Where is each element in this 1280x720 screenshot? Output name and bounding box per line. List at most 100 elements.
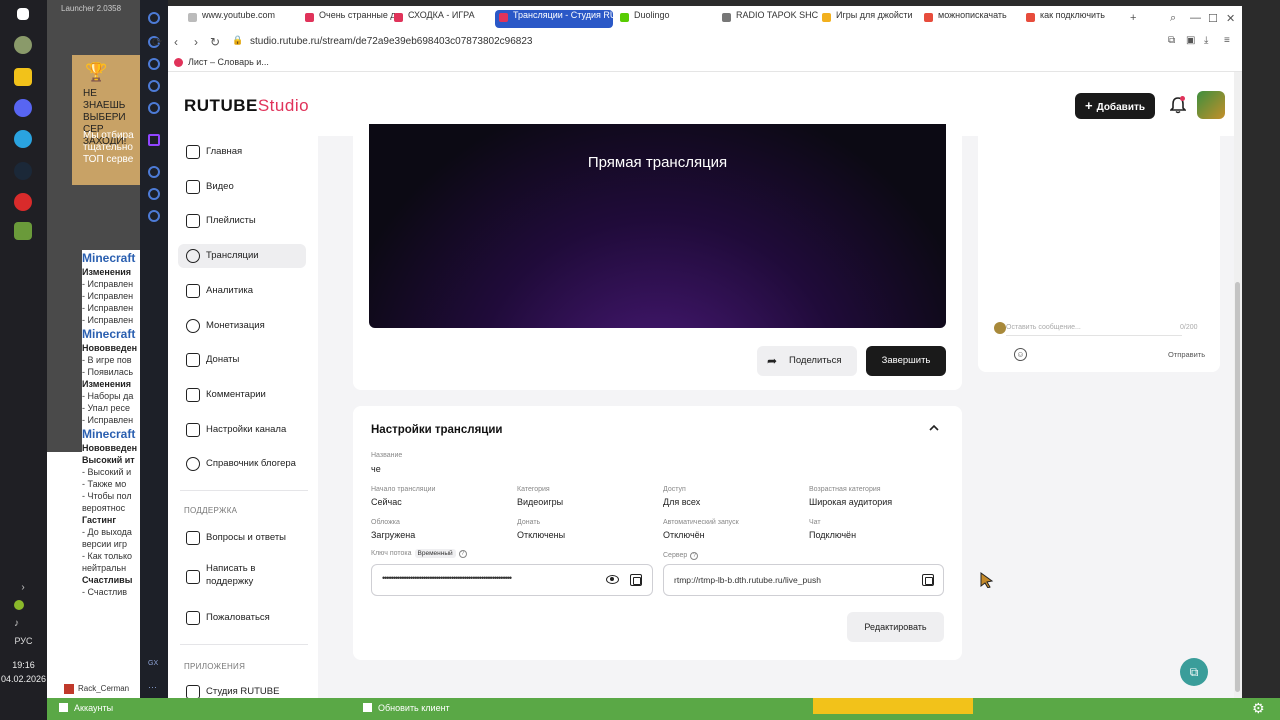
edit-button[interactable]: Редактировать	[847, 612, 944, 642]
tab-favicon-icon	[1026, 13, 1035, 22]
add-button[interactable]: + Добавить	[1075, 93, 1155, 119]
apps-item[interactable]: Студия RUTUBE	[178, 680, 306, 698]
sidebar-item[interactable]: Видео	[178, 175, 306, 199]
trophy-icon: 🏆	[85, 62, 108, 82]
opera-icon[interactable]	[14, 193, 32, 211]
gear-icon[interactable]: ⚙	[1252, 700, 1265, 717]
minecraft-icon[interactable]	[14, 222, 32, 240]
browser-tab[interactable]: Игры для джойсти	[822, 10, 920, 28]
network-icon[interactable]	[14, 600, 24, 610]
sidebar-item[interactable]: Монетизация	[178, 314, 306, 338]
menu-icon[interactable]: ≡	[1224, 35, 1230, 46]
studio-sidebar: Главная Видео Плейлисты Трансляции Аналитика…	[168, 136, 318, 698]
wallet-icon[interactable]: ▣	[1186, 35, 1195, 46]
browser-tab[interactable]: Очень странные д	[305, 10, 403, 28]
twitch-icon[interactable]	[148, 134, 160, 146]
changelog-line: - Также мо	[82, 479, 127, 489]
more-icon[interactable]: ···	[148, 682, 160, 694]
help-icon[interactable]: ?	[690, 552, 699, 560]
monetization-icon	[186, 318, 200, 333]
help-icon[interactable]: ?	[458, 550, 467, 558]
update-client-checkbox[interactable]: Обновить клиент	[363, 703, 450, 713]
language-indicator[interactable]: РУС	[0, 636, 47, 646]
page-scrollbar[interactable]	[1234, 72, 1242, 698]
sidebar-divider	[180, 644, 308, 645]
sidebar-item[interactable]: Настройки канала	[178, 418, 306, 442]
sidebar-app-icon[interactable]	[148, 102, 160, 114]
end-stream-button[interactable]: Завершить	[866, 346, 946, 376]
reload-icon[interactable]: ⟳	[152, 35, 162, 49]
forward-icon[interactable]: ›	[194, 35, 198, 49]
refresh-icon[interactable]: ↻	[210, 35, 220, 49]
sidebar-app-icon[interactable]	[148, 188, 160, 200]
steam-icon[interactable]	[14, 162, 32, 180]
browser-tab[interactable]: RADIO TAPOK SHC	[722, 10, 820, 28]
send-button[interactable]: Отправить	[1168, 350, 1205, 359]
sidebar-app-icon[interactable]	[148, 58, 160, 70]
sidebar-item[interactable]: Трансляции	[178, 244, 306, 269]
stream-key-field[interactable]: ••••••••••••••••••••••••••••••••••••••••…	[371, 564, 653, 596]
support-chat-icon[interactable]: ⧉	[1180, 658, 1208, 686]
extensions-icon[interactable]: ⧉	[1168, 35, 1175, 46]
sidebar-app-icon[interactable]	[148, 80, 160, 92]
share-button[interactable]: ➦ Поделиться	[757, 346, 857, 376]
copy-icon[interactable]	[922, 574, 934, 586]
accounts-checkbox[interactable]: Аккаунты	[59, 703, 113, 713]
donate-label: Донать	[517, 519, 541, 526]
browser-tab[interactable]: www.youtube.com	[188, 10, 286, 28]
support-heading: ПОДДЕРЖКА	[184, 506, 238, 515]
close-icon[interactable]: ✕	[1226, 12, 1235, 25]
taskbar-window-tab[interactable]: Rack_Cerman	[60, 681, 140, 697]
sidebar-item[interactable]: Донаты	[178, 348, 306, 372]
app-icon[interactable]	[14, 36, 32, 54]
bell-icon[interactable]	[1169, 96, 1187, 114]
windows-start-icon[interactable]	[17, 8, 29, 20]
download-icon[interactable]: ⤓	[1204, 35, 1208, 46]
browser-tab[interactable]: как подключить	[1026, 10, 1124, 28]
copy-icon[interactable]	[630, 574, 642, 586]
new-tab-button[interactable]: +	[1130, 12, 1136, 24]
sidebar-item[interactable]: Плейлисты	[178, 209, 306, 233]
gx-icon[interactable]: GX	[148, 660, 160, 672]
browser-tab[interactable]: СХОДКА - ИГРА	[394, 10, 492, 28]
sidebar-item-label: Донаты	[206, 354, 240, 366]
sidebar-item[interactable]: Комментарии	[178, 383, 306, 407]
emoji-icon[interactable]: ☺	[1014, 348, 1027, 361]
folder-icon[interactable]	[14, 68, 32, 86]
scroll-thumb[interactable]	[1235, 282, 1240, 692]
eye-icon[interactable]	[606, 575, 619, 584]
flag-icon	[186, 611, 200, 625]
tab-favicon-icon	[499, 13, 508, 22]
background-launcher-window: Launcher 2.0358 🏆 НЕ ЗНАЕШЬ ВЫБЕРИ СЕР З…	[47, 0, 140, 720]
browser-tab[interactable]: можнопискачать	[924, 10, 1022, 28]
discord-icon[interactable]	[14, 99, 32, 117]
opera-menu-icon[interactable]	[148, 12, 160, 24]
sidebar-item[interactable]: Справочник блогера	[178, 452, 306, 476]
sidebar-app-icon[interactable]	[148, 210, 160, 222]
chevron-up-icon[interactable]	[929, 424, 939, 434]
support-item[interactable]: Написать в поддержку	[178, 560, 306, 594]
volume-icon[interactable]: ♪	[14, 618, 32, 636]
avatar[interactable]	[1197, 91, 1225, 119]
support-item[interactable]: Пожаловаться	[178, 606, 306, 630]
server-url-field[interactable]: rtmp://rtmp-lb-b.dth.rutube.ru/live_push	[663, 564, 944, 596]
chat-message-input[interactable]: Оставить сообщение...	[1006, 320, 1182, 336]
chevron-up-icon[interactable]: ›	[14, 582, 32, 600]
minimize-icon[interactable]: —	[1190, 12, 1201, 24]
telegram-icon[interactable]	[14, 130, 32, 148]
sidebar-app-icon[interactable]	[148, 166, 160, 178]
sidebar-item[interactable]: Аналитика	[178, 279, 306, 303]
bookmark-item[interactable]: Лист – Словарь и...	[188, 57, 269, 67]
search-icon[interactable]: ⌕	[1170, 12, 1176, 25]
play-button[interactable]	[813, 698, 973, 714]
stream-preview[interactable]: Прямая трансляция	[369, 124, 946, 328]
launcher-title: Launcher 2.0358	[61, 4, 122, 13]
browser-tab[interactable]: Трансляции - Студия RU	[495, 10, 613, 28]
back-icon[interactable]: ‹	[174, 35, 178, 49]
support-item[interactable]: Вопросы и ответы	[178, 526, 306, 550]
sidebar-item[interactable]: Главная	[178, 140, 306, 164]
maximize-icon[interactable]: ☐	[1208, 12, 1218, 25]
rutube-studio-logo[interactable]: RUTUBEStudio	[184, 96, 309, 116]
url-field[interactable]: studio.rutube.ru/stream/de72a9e39eb69840…	[250, 36, 532, 47]
browser-tab[interactable]: Duolingo	[620, 10, 718, 28]
